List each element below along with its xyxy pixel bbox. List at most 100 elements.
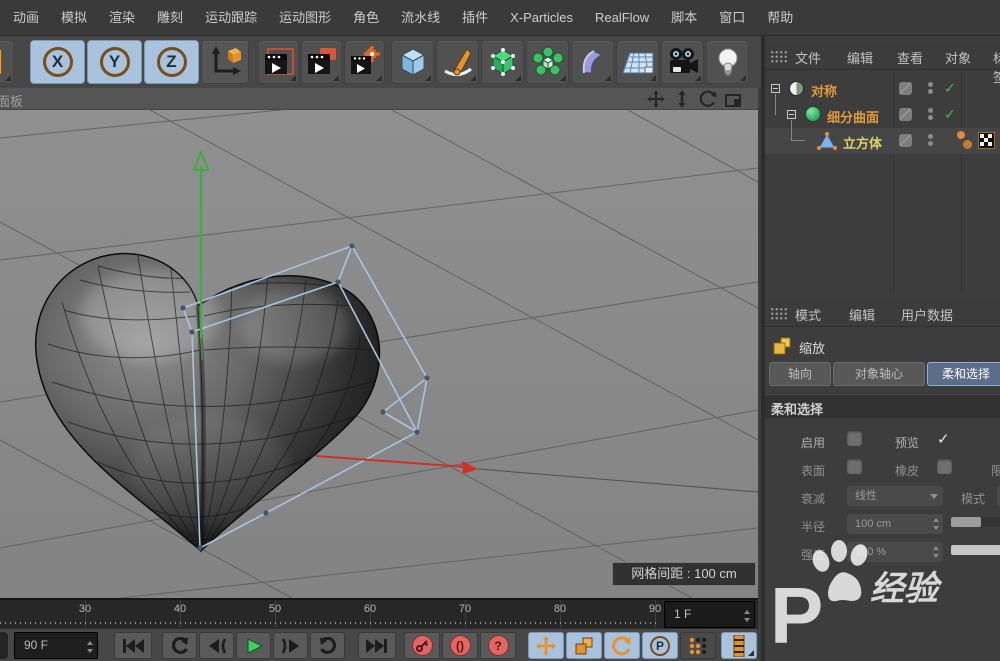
object-row-cube[interactable]: 立方体 <box>765 128 1000 154</box>
menu-pipeline[interactable]: 流水线 <box>390 0 451 36</box>
render-settings-button[interactable] <box>344 40 385 84</box>
stepper-icon[interactable] <box>744 610 751 622</box>
layer-toggle-icon[interactable] <box>899 108 912 121</box>
axis-x-lock-button[interactable]: X <box>30 40 85 84</box>
key-scale-button[interactable] <box>566 632 602 659</box>
record-help-button[interactable]: ? <box>480 632 516 659</box>
visibility-dots-icon[interactable] <box>928 132 934 149</box>
enable-checkbox[interactable] <box>847 431 862 446</box>
record-scope-button[interactable]: () <box>442 632 478 659</box>
object-label[interactable]: 对称 <box>811 81 837 100</box>
expander-icon[interactable] <box>771 84 780 93</box>
floor-environment-button[interactable] <box>616 40 659 84</box>
grip-icon[interactable] <box>770 50 788 63</box>
render-picture-viewer-button[interactable] <box>301 40 342 84</box>
om-menu-object[interactable]: 对象 <box>945 48 971 67</box>
play-button[interactable] <box>236 632 271 659</box>
menu-realflow[interactable]: RealFlow <box>584 0 660 36</box>
viewport-canvas[interactable] <box>0 110 758 598</box>
am-menu-userdata[interactable]: 用户数据 <box>901 305 953 324</box>
spline-pen-button[interactable] <box>436 40 479 84</box>
falloff-dropdown[interactable]: 线性 <box>847 486 943 506</box>
menu-character[interactable]: 角色 <box>342 0 390 36</box>
preview-checkbox[interactable]: ✓ <box>937 430 950 448</box>
am-menu-edit[interactable]: 编辑 <box>849 305 875 324</box>
tag-dot-icon-2[interactable] <box>963 140 972 149</box>
menu-render[interactable]: 渲染 <box>98 0 146 36</box>
menu-xparticles[interactable]: X-Particles <box>499 0 584 36</box>
end-frame-field[interactable]: 90 F <box>14 632 98 659</box>
timeline-ruler[interactable]: 30 40 50 60 70 80 90 1 F <box>0 598 758 628</box>
key-rotation-button[interactable] <box>604 632 640 659</box>
tag-dot-icon[interactable] <box>957 131 965 139</box>
surface-checkbox[interactable] <box>847 459 862 474</box>
menu-help[interactable]: 帮助 <box>756 0 804 36</box>
go-to-start-button[interactable] <box>114 632 152 659</box>
menu-plugins[interactable]: 插件 <box>451 0 499 36</box>
strength-field[interactable]: 100 % <box>847 542 943 562</box>
pan-view-icon[interactable] <box>645 90 667 108</box>
axis-y-lock-button[interactable]: Y <box>87 40 142 84</box>
current-frame-field[interactable]: 1 F <box>664 601 755 628</box>
tab-axis[interactable]: 轴向 <box>769 362 831 386</box>
primitive-cube-button[interactable] <box>391 40 434 84</box>
strength-slider[interactable] <box>951 545 1000 555</box>
am-menu-mode[interactable]: 模式 <box>795 305 821 324</box>
timeline-mode-button[interactable] <box>721 632 757 659</box>
menu-mograph[interactable]: 运动图形 <box>268 0 342 36</box>
render-view-button[interactable] <box>258 40 299 84</box>
grip-icon[interactable] <box>770 307 788 320</box>
key-parameter-button[interactable]: P <box>642 632 678 659</box>
menu-sculpt[interactable]: 雕刻 <box>146 0 194 36</box>
tab-object-axis[interactable]: 对象轴心 <box>833 362 925 386</box>
zoom-view-icon[interactable] <box>671 90 693 108</box>
layer-toggle-icon[interactable] <box>899 134 912 147</box>
expander-icon[interactable] <box>787 110 796 119</box>
stepper-icon[interactable] <box>933 546 940 558</box>
am-section-bar[interactable]: 柔和选择 <box>765 394 1000 418</box>
camera-button[interactable] <box>661 40 704 84</box>
go-to-end-button[interactable] <box>358 632 396 659</box>
radius-field[interactable]: 100 cm <box>847 514 943 534</box>
toggle-layout-icon[interactable] <box>723 90 745 108</box>
viewport-panel[interactable]: 面板 <box>0 88 758 598</box>
previous-frame-button[interactable] <box>199 632 234 659</box>
next-key-button[interactable] <box>310 632 345 659</box>
coordinate-system-button[interactable] <box>201 40 249 84</box>
om-menu-file[interactable]: 文件 <box>795 48 821 67</box>
subdivision-surface-button[interactable] <box>481 40 524 84</box>
key-position-button[interactable] <box>528 632 564 659</box>
key-pla-button[interactable] <box>680 632 716 659</box>
tab-soft-selection[interactable]: 柔和选择 <box>927 362 1000 386</box>
next-frame-button[interactable] <box>273 632 308 659</box>
visibility-dots-icon[interactable] <box>928 80 934 97</box>
texture-tag-icon[interactable] <box>978 132 995 149</box>
previous-key-button[interactable] <box>162 632 197 659</box>
viewport-panel-menu[interactable]: 面板 <box>0 91 23 110</box>
radius-slider[interactable] <box>951 517 1000 527</box>
scale-tool-partial-icon[interactable] <box>0 40 14 84</box>
object-row-sds[interactable]: 细分曲面 ✓ <box>765 102 1000 128</box>
object-label[interactable]: 立方体 <box>843 133 882 152</box>
menu-window[interactable]: 窗口 <box>708 0 756 36</box>
visibility-dots-icon[interactable] <box>928 106 934 123</box>
menu-simulate[interactable]: 模拟 <box>50 0 98 36</box>
stepper-icon[interactable] <box>933 518 940 530</box>
enabled-check-icon[interactable]: ✓ <box>944 106 956 123</box>
layer-toggle-icon[interactable] <box>899 82 912 95</box>
rotate-view-icon[interactable] <box>697 90 719 108</box>
menu-motion-tracker[interactable]: 运动跟踪 <box>194 0 268 36</box>
enabled-check-icon[interactable]: ✓ <box>944 80 956 97</box>
mograph-button[interactable] <box>526 40 569 84</box>
eraser-checkbox[interactable] <box>937 459 952 474</box>
object-row-symmetry[interactable]: 对称 ✓ <box>765 76 1000 102</box>
axis-z-lock-button[interactable]: Z <box>144 40 199 84</box>
om-menu-view[interactable]: 查看 <box>897 48 923 67</box>
menu-animation[interactable]: 动画 <box>2 0 50 36</box>
stepper-icon[interactable] <box>87 641 94 653</box>
light-button[interactable] <box>706 40 749 84</box>
record-key-button[interactable] <box>404 632 440 659</box>
object-label[interactable]: 细分曲面 <box>827 107 879 126</box>
deformer-button[interactable] <box>571 40 614 84</box>
om-menu-edit[interactable]: 编辑 <box>847 48 873 67</box>
